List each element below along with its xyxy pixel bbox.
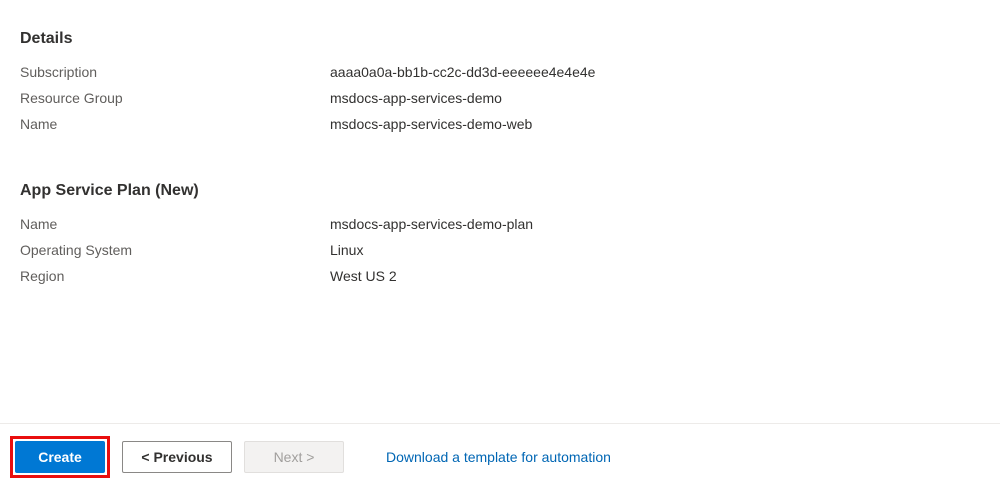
- resource-group-value: msdocs-app-services-demo: [330, 90, 502, 106]
- name-value: msdocs-app-services-demo-web: [330, 116, 532, 132]
- create-button[interactable]: Create: [15, 441, 105, 473]
- plan-row-region: Region West US 2: [20, 268, 980, 284]
- next-button: Next >: [244, 441, 344, 473]
- resource-group-label: Resource Group: [20, 90, 330, 106]
- plan-name-label: Name: [20, 216, 330, 232]
- plan-row-os: Operating System Linux: [20, 242, 980, 258]
- app-service-plan-heading: App Service Plan (New): [20, 182, 980, 200]
- name-label: Name: [20, 116, 330, 132]
- plan-os-label: Operating System: [20, 242, 330, 258]
- detail-row-subscription: Subscription aaaa0a0a-bb1b-cc2c-dd3d-eee…: [20, 64, 980, 80]
- subscription-value: aaaa0a0a-bb1b-cc2c-dd3d-eeeeee4e4e4e: [330, 64, 595, 80]
- previous-button[interactable]: < Previous: [122, 441, 232, 473]
- detail-row-name: Name msdocs-app-services-demo-web: [20, 116, 980, 132]
- create-button-highlight: Create: [10, 436, 110, 478]
- download-template-link[interactable]: Download a template for automation: [386, 449, 611, 465]
- detail-row-resource-group: Resource Group msdocs-app-services-demo: [20, 90, 980, 106]
- main-content: Details Subscription aaaa0a0a-bb1b-cc2c-…: [0, 0, 1000, 284]
- plan-region-value: West US 2: [330, 268, 397, 284]
- footer-bar: Create < Previous Next > Download a temp…: [0, 423, 1000, 490]
- details-heading: Details: [20, 30, 980, 48]
- plan-region-label: Region: [20, 268, 330, 284]
- app-service-plan-section: App Service Plan (New) Name msdocs-app-s…: [20, 182, 980, 284]
- plan-os-value: Linux: [330, 242, 363, 258]
- plan-name-value: msdocs-app-services-demo-plan: [330, 216, 533, 232]
- plan-row-name: Name msdocs-app-services-demo-plan: [20, 216, 980, 232]
- details-section: Details Subscription aaaa0a0a-bb1b-cc2c-…: [20, 30, 980, 132]
- subscription-label: Subscription: [20, 64, 330, 80]
